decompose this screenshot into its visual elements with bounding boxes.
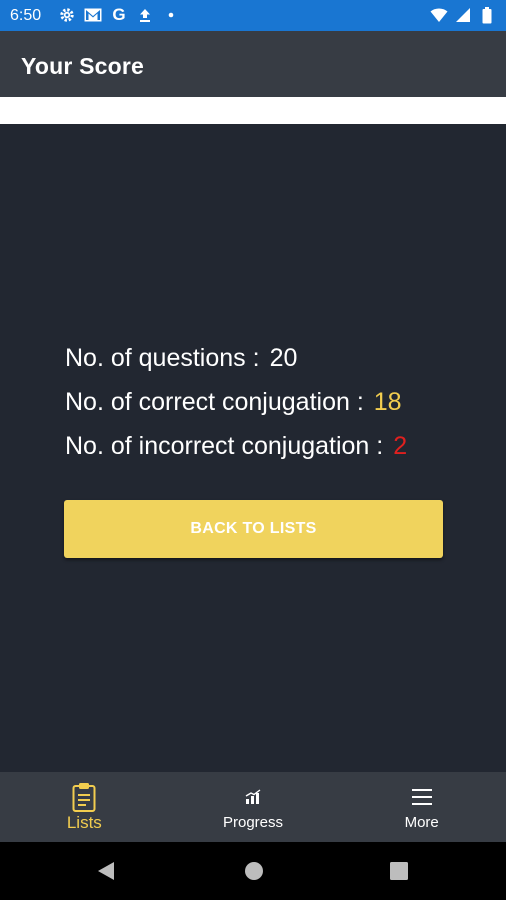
gmail-icon bbox=[84, 6, 102, 24]
battery-icon bbox=[478, 6, 496, 24]
nav-item-lists[interactable]: Lists bbox=[0, 772, 169, 842]
page-title: Your Score bbox=[21, 53, 144, 79]
nav-label-lists: Lists bbox=[66, 813, 102, 832]
system-nav-bar bbox=[0, 842, 506, 900]
back-to-lists-button[interactable]: BACK TO LISTS bbox=[64, 500, 443, 558]
correct-row: No. of correct conjugation : 18 bbox=[65, 387, 402, 417]
settings-icon bbox=[58, 6, 76, 24]
divider-strip bbox=[0, 97, 506, 124]
incorrect-label: No. of incorrect conjugation : bbox=[65, 432, 384, 460]
app-bar: Your Score bbox=[0, 31, 506, 97]
clipboard-icon bbox=[69, 780, 99, 814]
progress-chart-icon bbox=[238, 780, 268, 814]
notification-icons: G bbox=[58, 6, 180, 24]
menu-icon bbox=[407, 780, 437, 814]
correct-label: No. of correct conjugation : bbox=[65, 388, 364, 416]
questions-value: 20 bbox=[269, 344, 298, 372]
score-content: No. of questions : 20 No. of correct conj… bbox=[0, 124, 506, 772]
questions-row: No. of questions : 20 bbox=[65, 343, 297, 373]
status-time: 6:50 bbox=[10, 7, 42, 24]
back-triangle-icon[interactable] bbox=[95, 860, 117, 882]
upload-icon bbox=[136, 6, 154, 24]
nav-label-more: More bbox=[404, 814, 439, 831]
correct-value: 18 bbox=[373, 388, 402, 416]
recent-apps-square-icon[interactable] bbox=[388, 860, 410, 882]
nav-item-progress[interactable]: Progress bbox=[169, 772, 338, 842]
google-icon: G bbox=[112, 5, 126, 24]
system-status-icons bbox=[430, 6, 496, 24]
cell-signal-icon bbox=[454, 6, 472, 24]
incorrect-row: No. of incorrect conjugation : 2 bbox=[65, 431, 407, 461]
home-circle-icon[interactable] bbox=[243, 860, 265, 882]
nav-label-progress: Progress bbox=[222, 814, 284, 831]
nav-item-more[interactable]: More bbox=[337, 772, 506, 842]
bottom-nav: Lists Progress More bbox=[0, 772, 506, 842]
questions-label: No. of questions : bbox=[65, 344, 260, 372]
wifi-icon bbox=[430, 6, 448, 24]
status-bar: 6:50 G bbox=[0, 0, 506, 31]
dot-icon bbox=[162, 6, 180, 24]
incorrect-value: 2 bbox=[393, 432, 408, 460]
